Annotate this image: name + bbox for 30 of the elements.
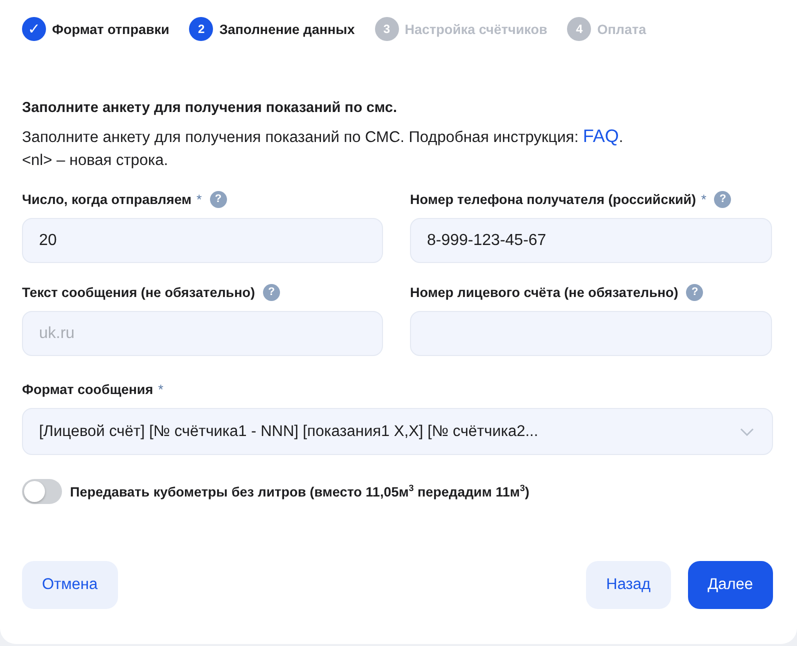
field-label: Номер лицевого счёта (не обязательно) [410,284,678,300]
description-text: Заполните анкету для получения показаний по СМС. Подробная инструкция: FAQ. <nl> – новая строка. [22,125,624,171]
field-label: Число, когда отправляем [22,192,192,206]
input-field[interactable]: uk.ru [22,311,383,356]
field-label: Номер телефона получателя (российский) [410,192,696,206]
step-label: Заполнение данных [219,22,355,36]
input-field[interactable]: 8-999-123-45-67 [410,218,772,263]
step-number: 4 [567,17,592,41]
chevron-down-icon [740,428,754,436]
faq-link[interactable]: FAQ [582,126,619,146]
input-field[interactable] [410,311,772,356]
step-label: Оплата [597,22,646,36]
check-icon: ✓ [22,17,46,41]
input-field[interactable]: 20 [22,218,383,263]
step-number: 3 [374,17,399,41]
form-heading: Заполните анкету для получения показаний по смс. [22,100,398,116]
step-label: Настройка счётчиков [404,22,548,36]
required-mark: * [701,192,706,206]
format-dropdown[interactable]: [Лицевой счёт] [№ счётчика1 - NNN] [показания1 X,X] [№ счётчика2... [22,408,773,455]
required-mark: * [196,192,202,206]
toggle-switch[interactable] [22,479,62,504]
field-label: Текст сообщения (не обязательно) [22,284,255,300]
required-mark: * [158,382,164,396]
toggle-label: Передавать кубометры без литров (вместо 11,05м$^{3}$ передадим 11м$^{3}$) [70,483,530,500]
next-button[interactable]: Далее [688,561,773,609]
cancel-button[interactable]: Отмена [22,561,118,609]
back-button[interactable]: Назад [586,561,671,609]
field-label: Формат сообщения [22,382,154,396]
step-number: 2 [189,17,214,41]
step-label: Формат отправки [52,22,170,36]
